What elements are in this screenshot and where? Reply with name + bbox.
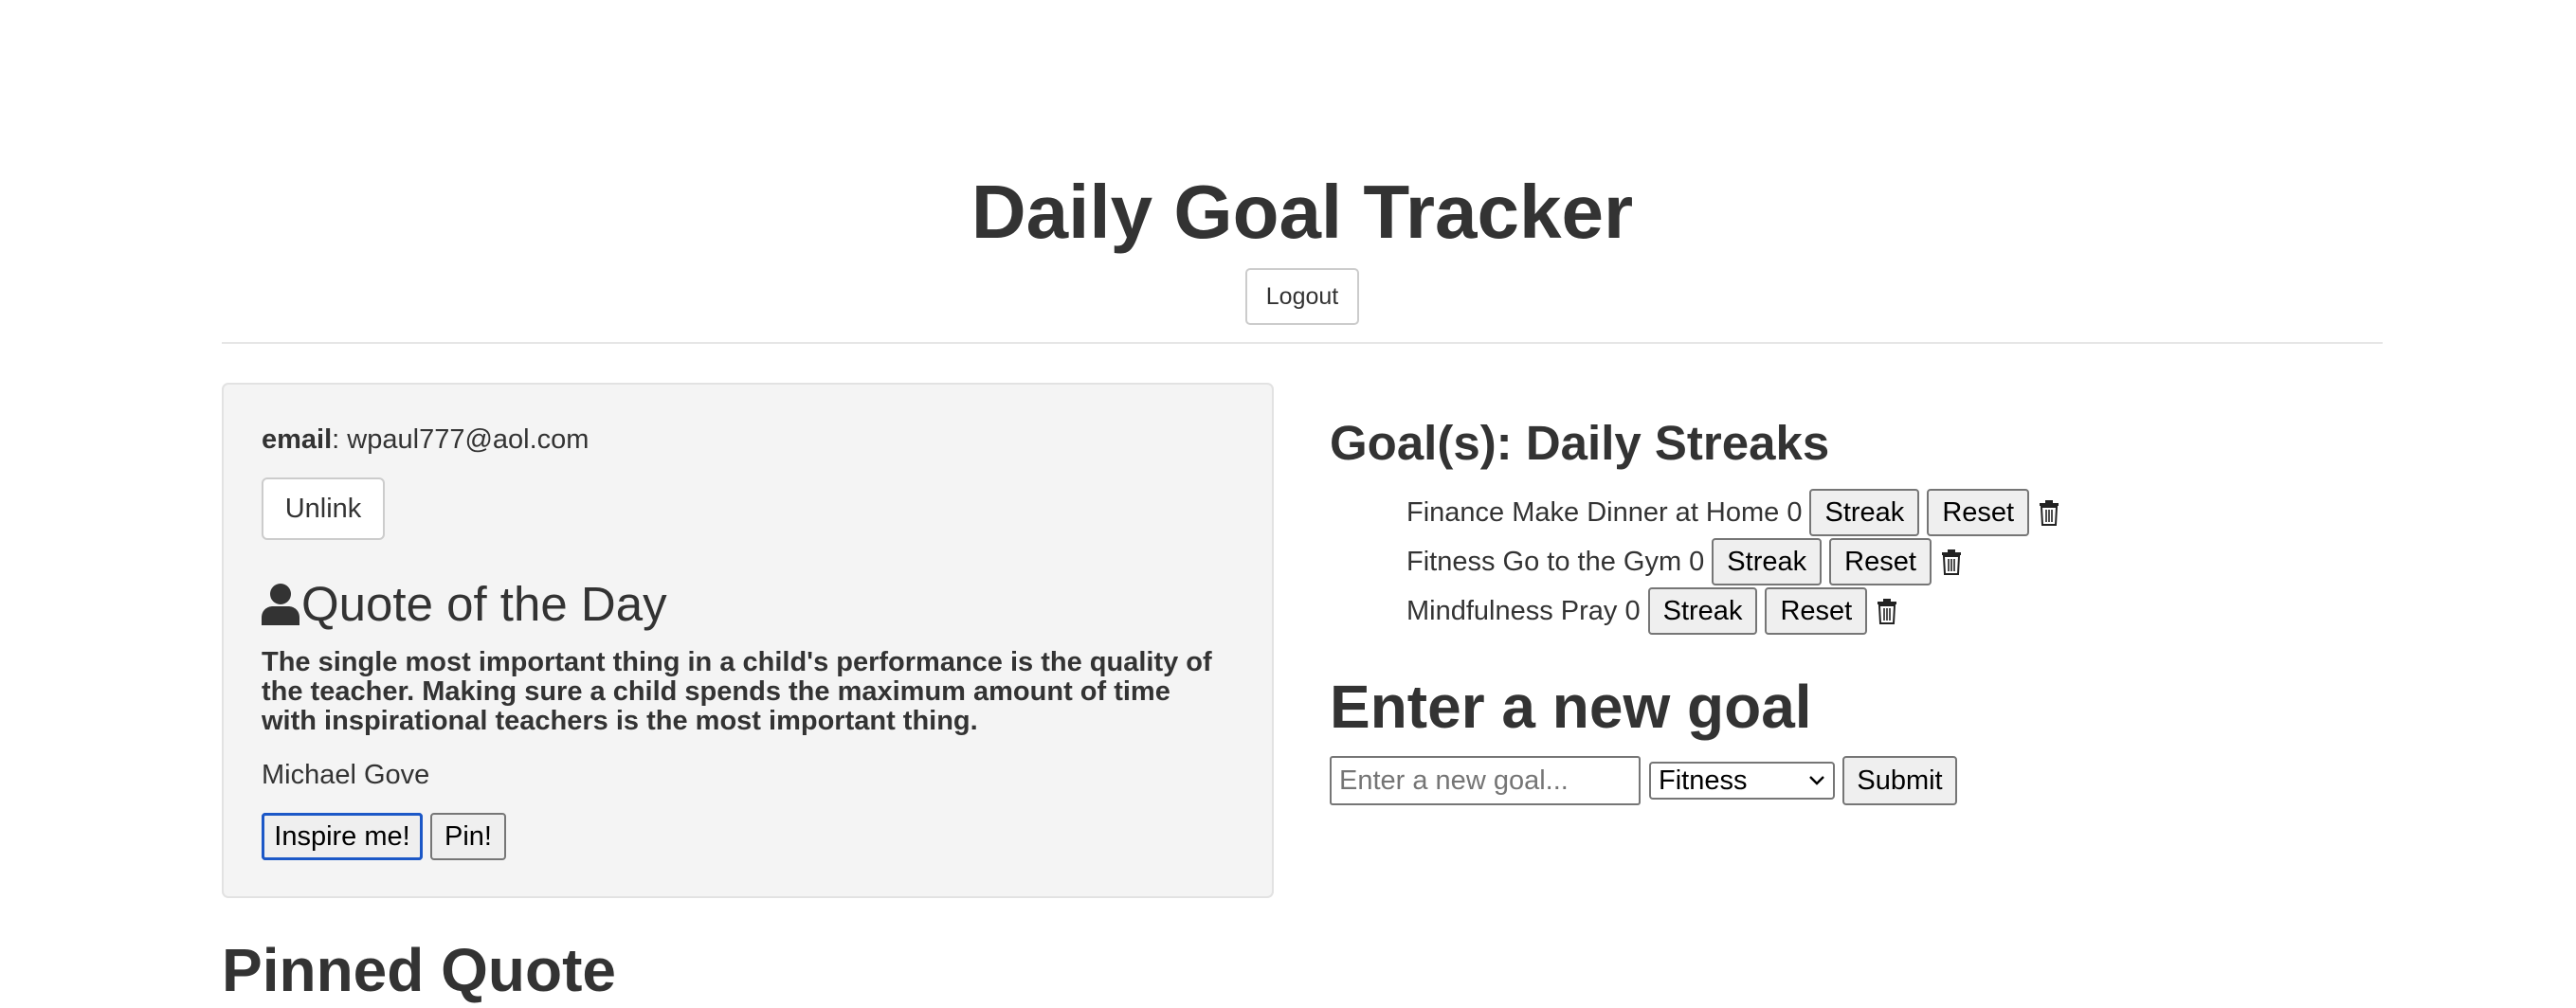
unlink-button[interactable]: Unlink [262,477,385,540]
quote-heading-text: Quote of the Day [301,577,667,631]
trash-icon[interactable] [1941,549,1962,575]
submit-button[interactable]: Submit [1842,756,1957,805]
quote-author: Michael Gove [262,760,430,790]
streak-button[interactable]: Streak [1647,587,1758,635]
streak-button[interactable]: Streak [1712,538,1823,585]
new-goal-heading: Enter a new goal [1330,673,1812,741]
goal-text: Fitness Go to the Gym 0 [1406,546,1705,577]
pinned-quote-heading: Pinned Quote [222,936,616,1004]
goal-text: Mindfulness Pray 0 [1406,595,1641,626]
streak-button[interactable]: Streak [1809,489,1920,536]
goals-heading: Goal(s): Daily Streaks [1330,416,1830,470]
inspire-button[interactable]: Inspire me! [262,813,423,860]
goal-list: Finance Make Dinner at Home 0 Streak Res… [1406,488,2059,636]
goal-row: Finance Make Dinner at Home 0 Streak Res… [1406,488,2059,537]
page-title: Daily Goal Tracker [971,170,1634,254]
trash-icon[interactable] [1877,598,1897,624]
pin-button[interactable]: Pin! [430,813,506,860]
page: Daily Goal Tracker Logout email: wpaul77… [0,0,2576,1004]
goal-row: Mindfulness Pray 0 Streak Reset [1406,586,2059,636]
email-label: email [262,424,333,455]
profile-quote-card: email: wpaul777@aol.com Unlink Quote of … [222,383,1274,898]
new-goal-input[interactable] [1330,756,1641,805]
email-line: email: wpaul777@aol.com [262,424,590,455]
chevron-down-icon [1809,776,1824,785]
quote-text: The single most important thing in a chi… [262,647,1212,736]
category-select[interactable]: Fitness [1649,762,1835,800]
reset-button[interactable]: Reset [1927,489,2030,536]
goal-text: Finance Make Dinner at Home 0 [1406,496,1803,528]
quote-heading: Quote of the Day [262,574,667,635]
reset-button[interactable]: Reset [1829,538,1932,585]
trash-icon[interactable] [2039,499,2059,526]
goal-row: Fitness Go to the Gym 0 Streak Reset [1406,537,2059,586]
user-icon [262,584,299,625]
logout-button[interactable]: Logout [1245,268,1359,325]
category-selected-value: Fitness [1659,765,1748,796]
reset-button[interactable]: Reset [1765,587,1868,635]
email-value: wpaul777@aol.com [347,424,590,455]
header-divider [222,342,2383,344]
